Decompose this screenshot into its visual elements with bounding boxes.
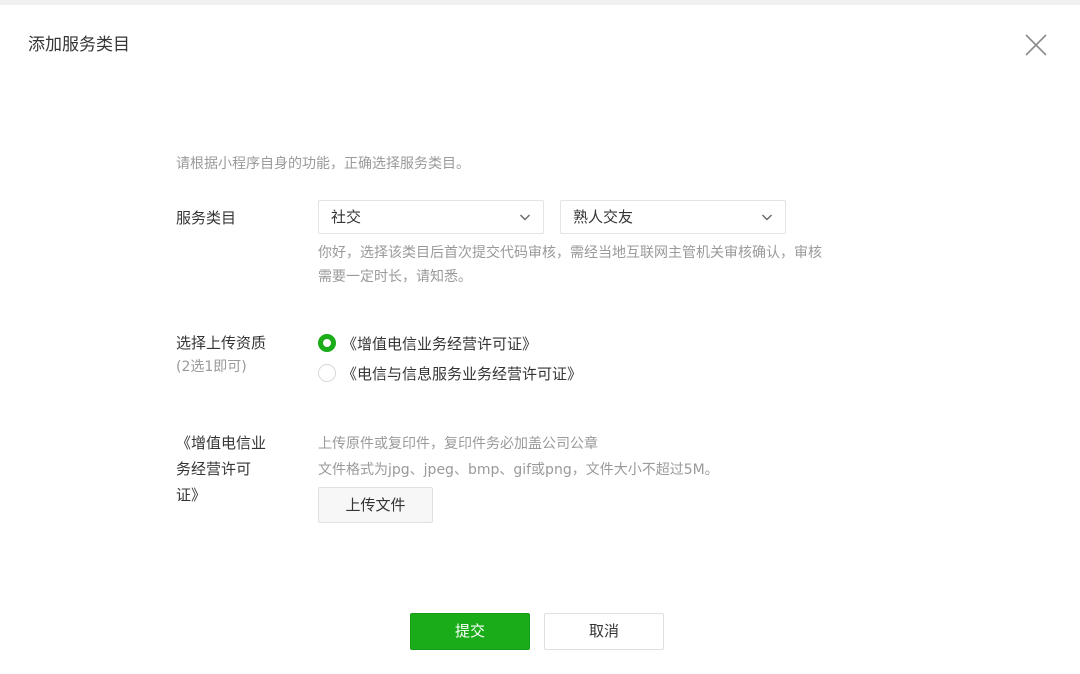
upload-file-button[interactable]: 上传文件: [318, 487, 433, 523]
intro-text: 请根据小程序自身的功能，正确选择服务类目。: [176, 156, 470, 172]
qualification-option-1[interactable]: 《增值电信业务经营许可证》: [318, 331, 537, 355]
category-tip-line1: 你好，选择该类目后首次提交代码审核，需经当地互联网主管机关审核确认，审核: [318, 245, 822, 261]
category-label: 服务类目: [176, 209, 237, 227]
upload-label: 《增值电信业 务经营许可 证》: [176, 430, 266, 508]
top-divider: [0, 0, 1080, 5]
qualification-option-1-label: 《增值电信业务经营许可证》: [342, 334, 538, 353]
dialog-title: 添加服务类目: [28, 35, 130, 55]
upload-label-line1: 《增值电信业: [176, 434, 267, 452]
upload-label-line2: 务经营许可: [176, 460, 252, 478]
secondary-category-value: 熟人交友: [573, 208, 634, 226]
radio-unchecked-icon[interactable]: [318, 364, 336, 382]
primary-category-value: 社交: [331, 208, 362, 226]
category-tip-line2: 需要一定时长，请知悉。: [318, 269, 472, 285]
qualification-option-2-label: 《电信与信息服务业务经营许可证》: [342, 364, 583, 383]
add-category-dialog: 添加服务类目 请根据小程序自身的功能，正确选择服务类目。 服务类目 社交 熟人交…: [0, 0, 1080, 674]
qualification-option-2[interactable]: 《电信与信息服务业务经营许可证》: [318, 361, 582, 385]
upload-tip-line2: 文件格式为jpg、jpeg、bmp、gif或png，文件大小不超过5M。: [318, 462, 719, 478]
primary-category-select[interactable]: 社交: [318, 200, 544, 234]
cancel-button[interactable]: 取消: [544, 613, 664, 650]
qualification-sub-label: (2选1即可): [176, 359, 247, 375]
chevron-down-icon: [520, 214, 530, 221]
upload-label-line3: 证》: [176, 486, 207, 504]
qualification-label: 选择上传资质 (2选1即可): [176, 331, 266, 379]
upload-tip-line1: 上传原件或复印件，复印件务必加盖公司公章: [318, 436, 598, 452]
radio-checked-icon[interactable]: [318, 334, 336, 352]
category-tip: 你好，选择该类目后首次提交代码审核，需经当地互联网主管机关审核确认，审核 需要一…: [318, 241, 898, 289]
upload-tip: 上传原件或复印件，复印件务必加盖公司公章 文件格式为jpg、jpeg、bmp、g…: [318, 431, 719, 483]
chevron-down-icon: [762, 214, 772, 221]
secondary-category-select[interactable]: 熟人交友: [560, 200, 786, 234]
submit-button[interactable]: 提交: [410, 613, 530, 650]
close-icon[interactable]: [1022, 31, 1050, 59]
qualification-label-text: 选择上传资质: [176, 334, 267, 352]
